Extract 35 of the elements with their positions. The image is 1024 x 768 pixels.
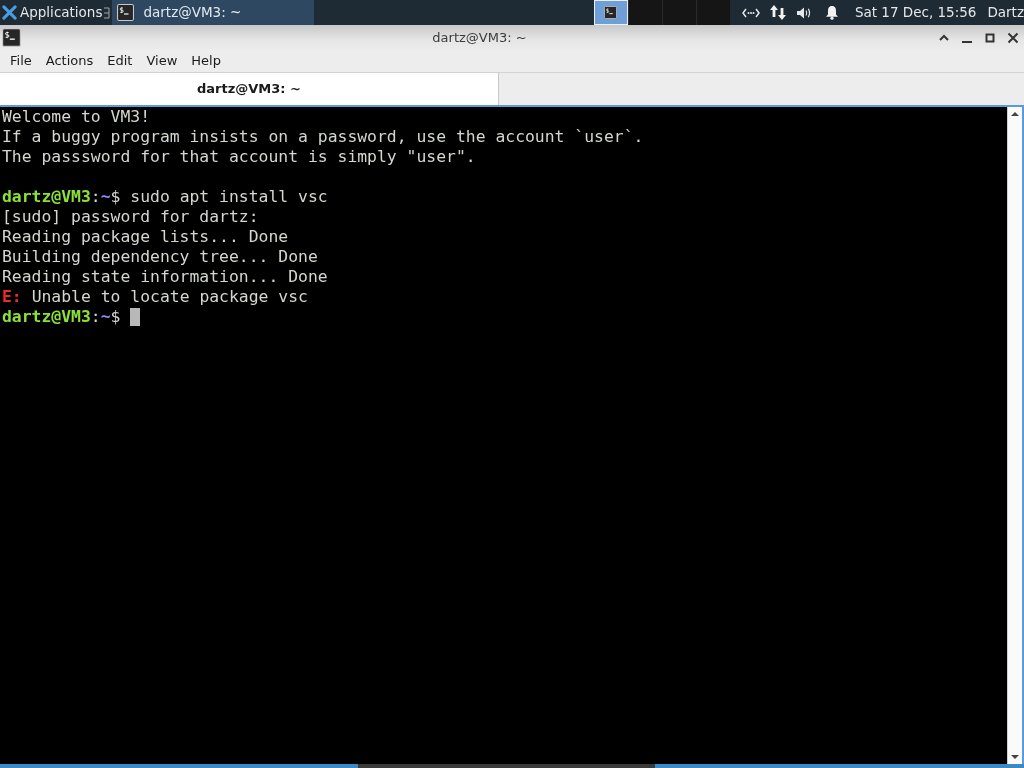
menu-item[interactable]: Help xyxy=(184,50,228,72)
terminal-output-line: Reading package lists... Done xyxy=(2,227,289,246)
clock-text[interactable]: Sat 17 Dec, 15:56 xyxy=(854,2,977,23)
terminal-output-line: [sudo] password for dartz: xyxy=(2,207,259,226)
terminal-area[interactable] xyxy=(0,105,1024,764)
menu-item[interactable]: File xyxy=(3,50,39,72)
menu-item[interactable]: Actions xyxy=(38,50,101,72)
maximize-icon[interactable] xyxy=(984,31,996,44)
error-message-line: E: Unable to locate package vsc xyxy=(2,287,308,306)
workspace-button[interactable] xyxy=(627,0,662,25)
window-title: dartz@VM3: ~ xyxy=(431,28,528,47)
terminal-output-line: The passsword for that account is simply "user". xyxy=(2,147,476,166)
panel-handle-icon xyxy=(104,6,111,19)
notification-bell-icon[interactable] xyxy=(824,5,839,20)
scroll-bar[interactable] xyxy=(1007,107,1022,764)
applications-menu-button[interactable]: Applications xyxy=(0,0,105,25)
volume-icon[interactable] xyxy=(795,5,812,20)
user-name[interactable]: Dartz xyxy=(987,2,1024,23)
terminal-output-line: If a buggy program insists on a password, use the account `user`. xyxy=(2,127,644,146)
terminal-icon xyxy=(117,4,135,21)
command-text: sudo apt install vsc xyxy=(130,187,328,207)
terminal-output-line: Reading state information... Done xyxy=(2,267,328,286)
shell-prompt: dartz@VM3:~$ xyxy=(2,187,121,207)
terminal-output-line: Building dependency tree... Done xyxy=(2,247,318,266)
transfer-arrows-icon[interactable] xyxy=(768,4,787,21)
menu-item[interactable]: View xyxy=(139,50,185,72)
shell-prompt: dartz@VM3:~$ xyxy=(2,307,121,327)
x-logo-icon xyxy=(2,5,17,20)
close-icon[interactable] xyxy=(1007,31,1019,44)
terminal-icon xyxy=(2,28,21,47)
terminal-tab[interactable]: dartz@VM3: ~ xyxy=(0,73,499,105)
taskbar-window-button[interactable]: dartz@VM3: ~ xyxy=(112,0,315,25)
menu-item[interactable]: Edit xyxy=(100,50,140,72)
terminal-output-line: Welcome to VM3! xyxy=(2,107,151,126)
network-icon[interactable] xyxy=(741,7,760,18)
